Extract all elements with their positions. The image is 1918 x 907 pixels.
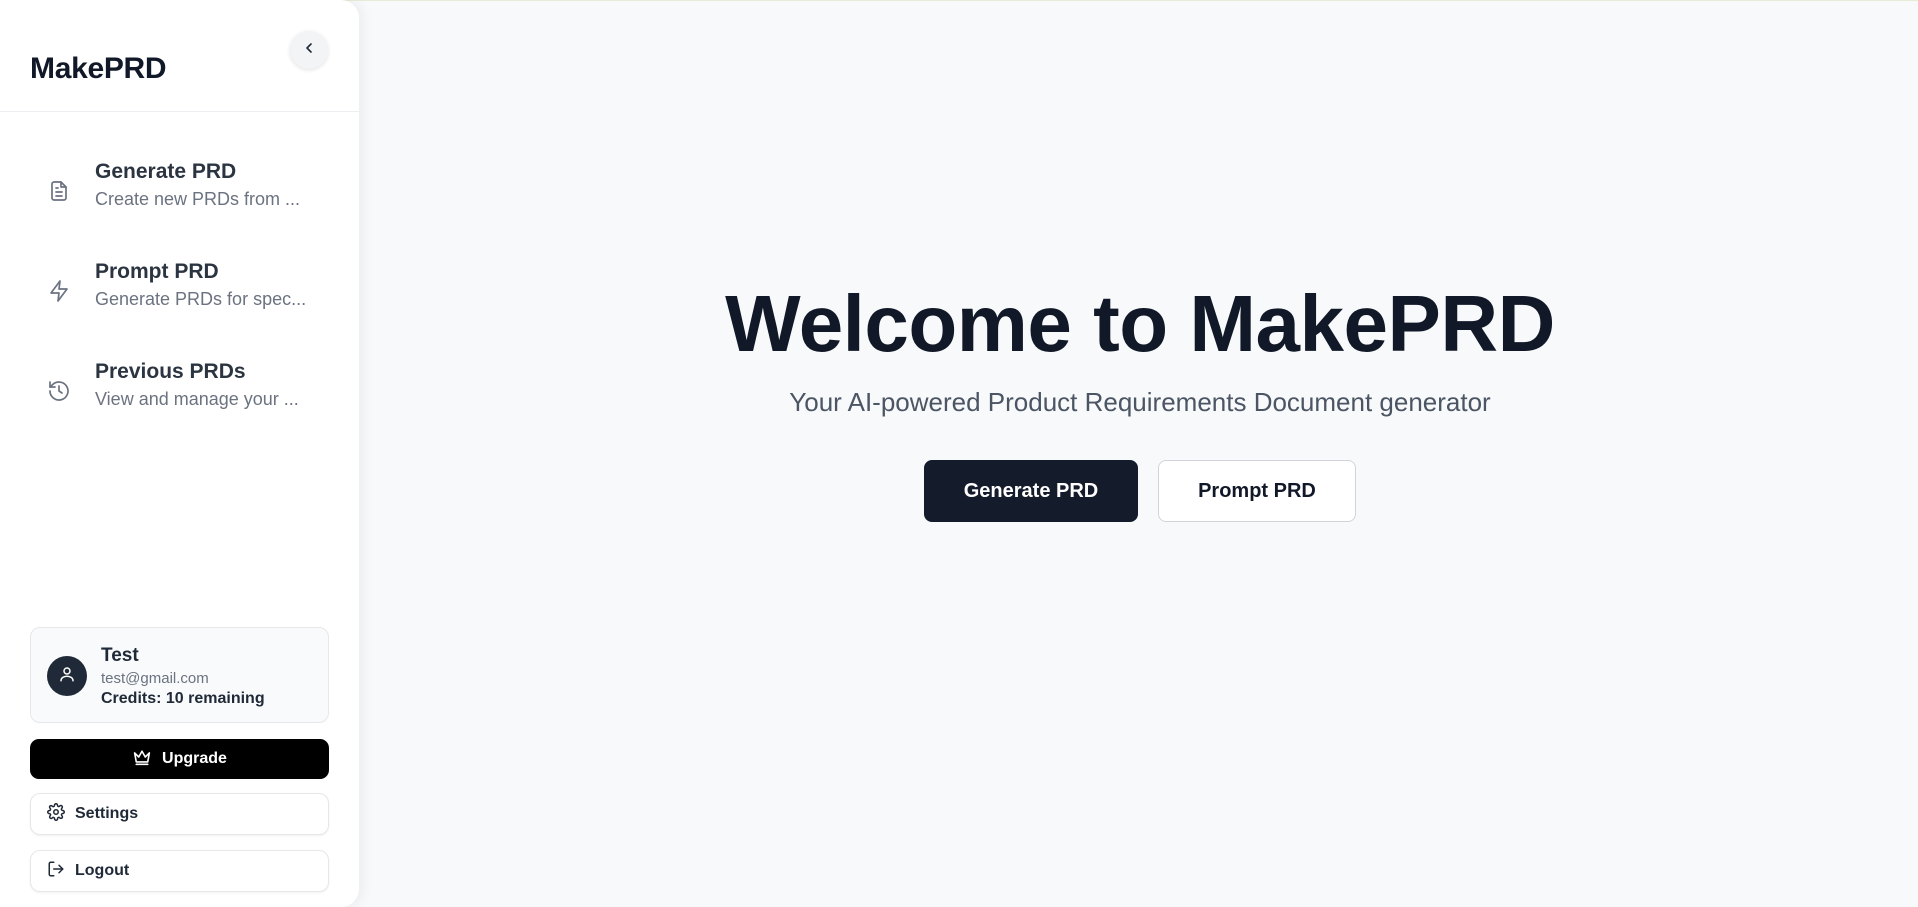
- collapse-sidebar-button[interactable]: [290, 31, 328, 69]
- logout-label: Logout: [75, 862, 130, 879]
- settings-label: Settings: [75, 805, 139, 822]
- sidebar-item-previous-prds[interactable]: Previous PRDs View and manage your ...: [30, 360, 330, 434]
- gear-icon: [47, 802, 65, 826]
- sidebar: MakePRD Generate PRD Create new PRDs fro…: [0, 0, 359, 907]
- user-email: test@gmail.com: [101, 670, 209, 687]
- user-card: Test test@gmail.com Credits: 10 remainin…: [30, 627, 329, 723]
- chevron-left-icon: [301, 40, 317, 61]
- prompt-prd-button[interactable]: Prompt PRD: [1158, 460, 1356, 522]
- sidebar-item-title: Generate PRD: [95, 160, 237, 183]
- logout-icon: [47, 860, 65, 883]
- user-icon: [58, 665, 76, 688]
- sidebar-item-generate-prd[interactable]: Generate PRD Create new PRDs from ...: [30, 160, 330, 234]
- sidebar-item-title: Prompt PRD: [95, 260, 219, 283]
- upgrade-label: Upgrade: [162, 750, 227, 767]
- document-icon: [46, 178, 72, 204]
- crown-icon: [132, 748, 152, 771]
- generate-prd-button[interactable]: Generate PRD: [924, 460, 1138, 522]
- avatar: [47, 656, 87, 696]
- sidebar-item-description: Create new PRDs from ...: [95, 189, 301, 209]
- page-title: Welcome to MakePRD: [725, 279, 1555, 368]
- sidebar-item-description: View and manage your ...: [95, 389, 299, 409]
- sidebar-item-title: Previous PRDs: [95, 360, 246, 383]
- sidebar-item-prompt-prd[interactable]: Prompt PRD Generate PRDs for spec...: [30, 260, 330, 334]
- user-credits: Credits: 10 remaining: [101, 690, 265, 707]
- page-subtitle: Your AI-powered Product Requirements Doc…: [789, 387, 1491, 417]
- lightning-icon: [46, 278, 72, 304]
- history-icon: [46, 378, 72, 404]
- sidebar-divider: [0, 111, 359, 112]
- settings-button[interactable]: Settings: [30, 793, 329, 835]
- user-name: Test: [101, 645, 139, 666]
- sidebar-item-description: Generate PRDs for spec...: [95, 289, 307, 309]
- upgrade-button[interactable]: Upgrade: [30, 739, 329, 779]
- logout-button[interactable]: Logout: [30, 850, 329, 892]
- app-brand: MakePRD: [30, 52, 167, 85]
